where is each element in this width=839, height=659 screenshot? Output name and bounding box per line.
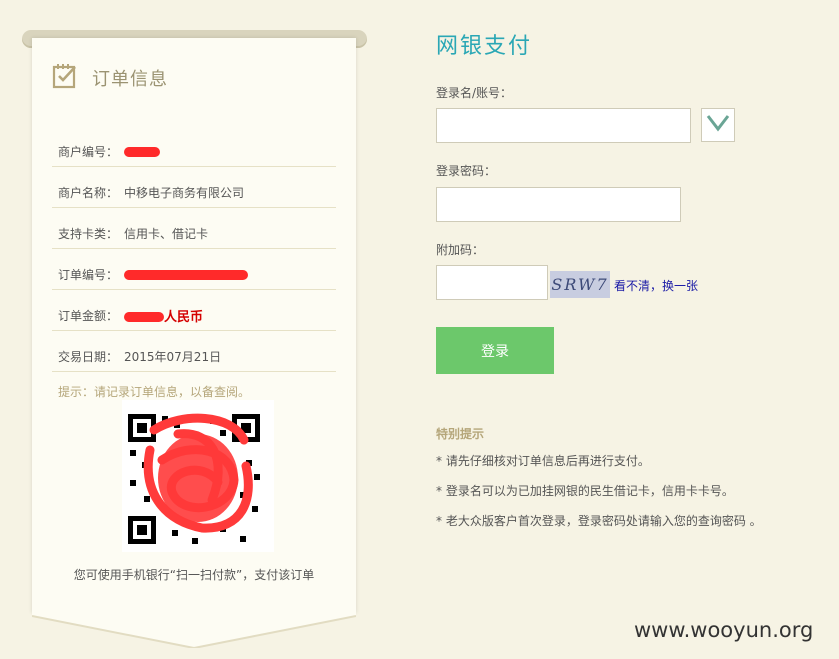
- scroll-tail-decoration: [32, 612, 356, 648]
- order-amount-row: 订单金额： 人民币: [52, 290, 336, 331]
- captcha-image[interactable]: SRW7: [550, 271, 610, 298]
- redaction-mark: [124, 146, 160, 157]
- order-info-list: 商户编号： 商户名称： 中移电子商务有限公司 支持卡类： 信用卡、借记卡 订单编…: [52, 126, 336, 372]
- login-button[interactable]: 登录: [436, 327, 554, 374]
- watermark: www.wooyun.org: [634, 618, 814, 642]
- merchant-name-value: 中移电子商务有限公司: [124, 185, 245, 200]
- merchant-id-value: [124, 144, 160, 158]
- captcha-input[interactable]: [436, 265, 548, 300]
- record-tip: 提示：请记录订单信息，以备查阅。: [58, 385, 251, 399]
- order-info-title: 订单信息: [92, 69, 168, 90]
- password-input[interactable]: [436, 187, 681, 222]
- order-info-panel: 订单信息 商户编号： 商户名称： 中移电子商务有限公司 支持卡类： 信用卡、借记…: [32, 38, 356, 613]
- order-amount-value: 人民币: [124, 306, 203, 325]
- checklist-icon: [52, 62, 80, 94]
- note-item: * 老大众版客户首次登录，登录密码处请输入您的查询密码 。: [436, 514, 762, 528]
- card-types-label: 支持卡类：: [58, 226, 119, 241]
- order-amount-currency: 人民币: [164, 309, 204, 325]
- special-notes-title: 特别提示: [436, 427, 485, 441]
- trade-date-row: 交易日期： 2015年07月21日: [52, 331, 336, 372]
- username-input[interactable]: [436, 108, 691, 143]
- checkmark-icon: [705, 113, 731, 137]
- netbank-pay-title: 网银支付: [436, 34, 533, 59]
- merchant-name-label: 商户名称：: [58, 185, 119, 200]
- account-dropdown-button[interactable]: [701, 108, 735, 142]
- order-amount-label: 订单金额：: [58, 308, 119, 323]
- trade-date-label: 交易日期：: [58, 349, 119, 364]
- order-number-label: 订单编号：: [58, 267, 119, 282]
- order-number-row: 订单编号：: [52, 249, 336, 290]
- order-info-header: 订单信息: [52, 62, 168, 94]
- qr-caption: 您可使用手机银行“扫一扫付款”，支付该订单: [73, 568, 315, 582]
- merchant-name-row: 商户名称： 中移电子商务有限公司: [52, 167, 336, 208]
- note-item: * 登录名可以为已加挂网银的民生借记卡，信用卡卡号。: [436, 484, 734, 498]
- redaction-mark: [124, 312, 164, 322]
- trade-date-value: 2015年07月21日: [124, 349, 222, 364]
- note-item: * 请先仔细核对订单信息后再进行支付。: [436, 454, 650, 468]
- payment-qr-code: [122, 400, 282, 560]
- order-number-value: [124, 267, 248, 281]
- merchant-id-row: 商户编号：: [52, 126, 336, 167]
- redaction-mark: [124, 269, 248, 280]
- card-types-value: 信用卡、借记卡: [124, 226, 209, 241]
- merchant-id-label: 商户编号：: [58, 144, 119, 159]
- username-label: 登录名/账号：: [436, 86, 513, 100]
- card-types-row: 支持卡类： 信用卡、借记卡: [52, 208, 336, 249]
- captcha-label: 附加码：: [436, 243, 485, 257]
- captcha-refresh-link[interactable]: 看不清，换一张: [614, 277, 698, 294]
- password-label: 登录密码：: [436, 164, 497, 178]
